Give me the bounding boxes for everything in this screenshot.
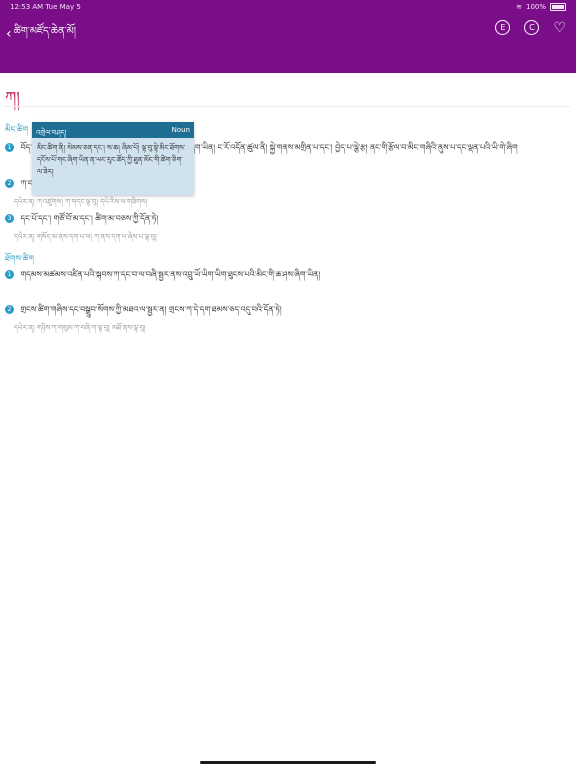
c-circle-icon[interactable]: C <box>524 20 540 35</box>
definition-popup[interactable]: འགྲེལ་བཤད། Noun མིང་ཚིག་ནི། སེམས་ཅན་དང་།… <box>32 122 194 195</box>
nav-bar: ‹ ཚིག་མཛོད་ཆེན་མོ། E C ♡ <box>0 14 576 73</box>
definition-number: 1 <box>5 143 14 152</box>
definition-text: གྲངས་ཚིག་གཞིས་དང་བསྒྲུབ་སོགས་ཀྱི་མཐའ་ལ་ས… <box>20 305 282 314</box>
definition-3: 3 དང་པོ་དང་། གཙོ་བོ་མ་དང་། ཚིག་མ་བཅས་ཀྱི… <box>5 213 571 225</box>
section-label-noun[interactable]: མིང་ཚིག <box>5 120 28 143</box>
example-text: དཔེར་ན། གསོད་མ་ནས་དག་པ་ལ། ཀ་ནས་དག་པ་ཞེས་… <box>14 233 157 241</box>
popup-part-of-speech: Noun <box>171 126 190 134</box>
battery-icon <box>550 3 566 11</box>
wifi-icon: ≋ <box>516 3 522 11</box>
definition-number: 1 <box>5 270 14 279</box>
back-chevron-icon: ‹ <box>6 26 12 42</box>
back-label: ཚིག་མཛོད་ཆེན་མོ། <box>13 26 77 37</box>
status-time: 12:53 AM Tue May 5 <box>10 3 81 11</box>
example-text: དཔེར་ན། གཉིས་ཀ་གསུམ་ཀ་བཞི་ཀ་ལྟ་བུ། མཐོ་ན… <box>14 324 146 332</box>
divider <box>4 106 570 107</box>
definition-number: 2 <box>5 305 14 314</box>
popup-header: འགྲེལ་བཤད། Noun <box>32 122 194 138</box>
heart-icon[interactable]: ♡ <box>553 21 566 35</box>
popup-title: འགྲེལ་བཤད། <box>36 129 67 137</box>
status-bar: 12:53 AM Tue May 5 ≋ 100% <box>0 0 576 14</box>
e-circle-icon[interactable]: E <box>495 20 511 35</box>
definition-text: གདམས་མཚམས་འཛིན་པའི་སྐབས་ཀ་དང་བ་ལ་བཞི་སྦྱ… <box>20 270 321 279</box>
battery-percent: 100% <box>525 3 546 11</box>
example-text: དཔེར་ན། ཀ་འཛུགས། ཀ་གདང་ལྟ་བུ། དཔེ་རིས་ལ་… <box>14 198 148 206</box>
definition-number: 3 <box>5 214 14 223</box>
nav-actions: E C ♡ <box>495 20 566 35</box>
definition-number: 2 <box>5 179 14 188</box>
home-indicator[interactable] <box>200 761 376 764</box>
status-right: ≋ 100% <box>516 3 566 11</box>
definition-5: 2 གྲངས་ཚིག་གཞིས་དང་བསྒྲུབ་སོགས་ཀྱི་མཐའ་ལ… <box>5 304 571 316</box>
definition-text: དང་པོ་དང་། གཙོ་བོ་མ་དང་། ཚིག་མ་བཅས་ཀྱི་ད… <box>20 214 159 223</box>
headword: ཀ། <box>5 88 20 107</box>
back-button[interactable]: ‹ ཚིག་མཛོད་ཆེན་མོ། <box>6 20 76 48</box>
definition-4: 1 གདམས་མཚམས་འཛིན་པའི་སྐབས་ཀ་དང་བ་ལ་བཞི་ས… <box>5 269 571 281</box>
